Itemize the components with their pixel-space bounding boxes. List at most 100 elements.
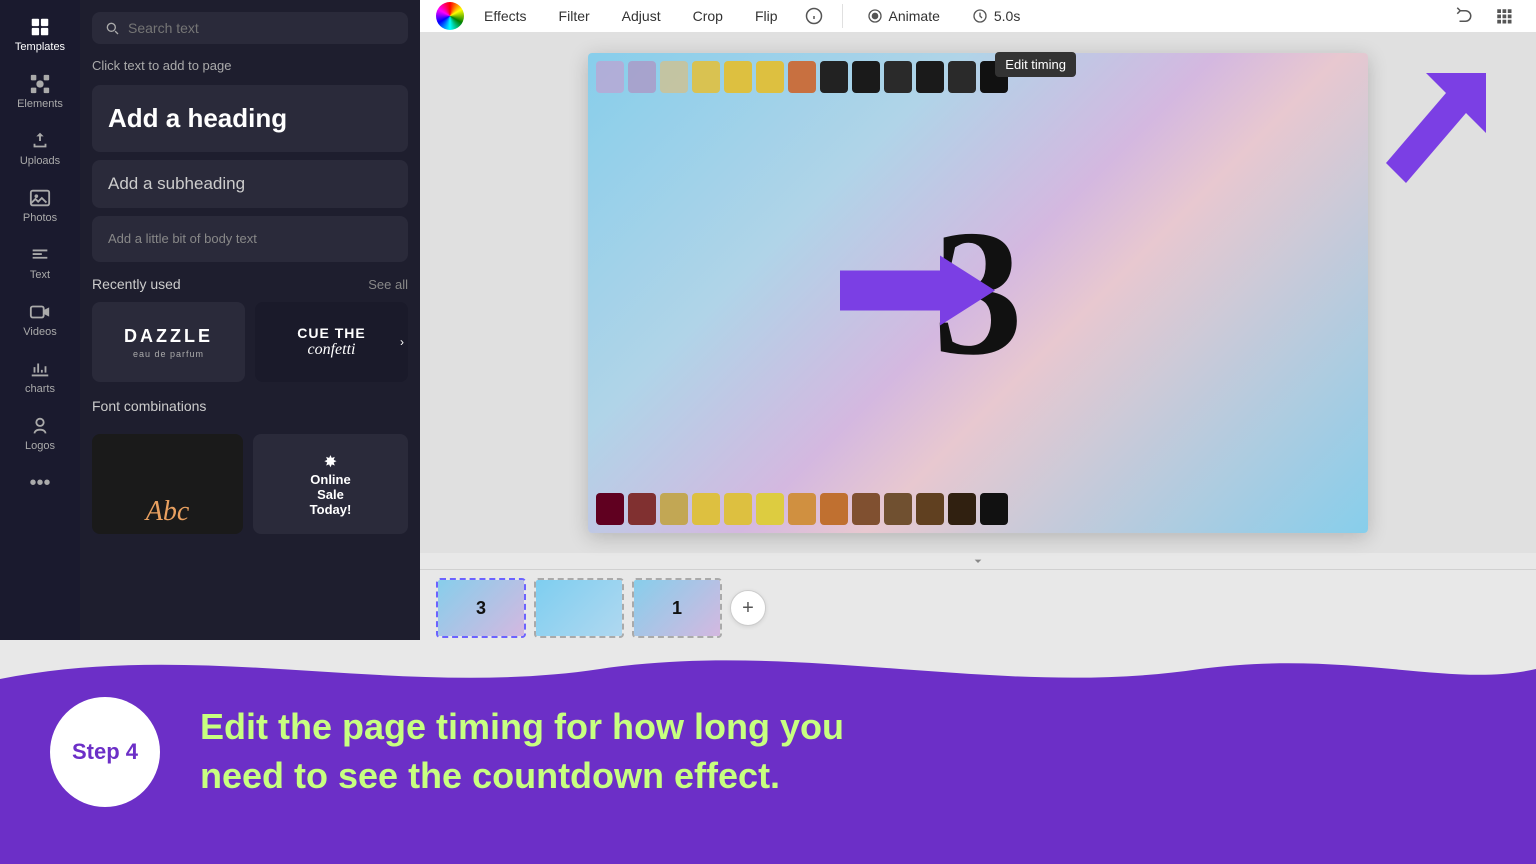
timing-value: 5.0s	[994, 8, 1020, 24]
more-dots-icon: •••	[29, 472, 50, 495]
sidebar-item-photos[interactable]: Photos	[5, 179, 75, 232]
thumbnail-3[interactable]: 1	[632, 578, 722, 638]
film-hole	[724, 61, 752, 93]
film-hole	[596, 61, 624, 93]
sidebar-item-uploads[interactable]: Uploads	[5, 122, 75, 175]
search-input[interactable]	[128, 20, 396, 36]
film-hole-b	[788, 493, 816, 525]
film-hole	[948, 61, 976, 93]
sidebar-item-logos[interactable]: Logos	[5, 407, 75, 460]
info-button[interactable]	[798, 0, 830, 32]
film-hole	[820, 61, 848, 93]
thumbnail-2[interactable]	[534, 578, 624, 638]
film-hole	[788, 61, 816, 93]
toolbar-divider	[842, 4, 843, 28]
step-circle: Step 4	[50, 697, 160, 807]
recently-used-title: Recently used	[92, 276, 181, 292]
thumbnail-bg-3: 1	[634, 580, 720, 636]
thumbnail-num-3: 1	[672, 598, 682, 619]
animate-button[interactable]: Animate	[855, 2, 952, 30]
instruction-line-1: Edit the page timing for how long you	[200, 703, 844, 752]
collapse-handle[interactable]	[420, 553, 1536, 569]
flip-button[interactable]: Flip	[743, 2, 790, 30]
sidebar-item-label-logos: Logos	[25, 440, 55, 452]
dazzle-text: DAZZLE	[124, 326, 213, 347]
thumbnail-1[interactable]: 3	[436, 578, 526, 638]
thumbnail-bg-2	[536, 580, 622, 636]
arrow-top-right-annotation	[1346, 73, 1486, 198]
edit-timing-tooltip: Edit timing	[995, 52, 1076, 77]
sidebar-item-label-text: Text	[30, 269, 50, 281]
confetti-main-text: CUE THE	[297, 325, 365, 341]
sidebar-item-more[interactable]: •••	[5, 464, 75, 503]
sidebar-item-label-templates: Templates	[15, 41, 65, 53]
timing-button[interactable]: 5.0s	[960, 2, 1032, 30]
dazzle-sub: eau de parfum	[133, 349, 204, 359]
toolbar: Effects Filter Adjust Crop Flip Animate …	[420, 0, 1536, 33]
film-hole-b	[628, 493, 656, 525]
see-all-button[interactable]: See all	[368, 277, 408, 292]
film-hole	[852, 61, 880, 93]
sidebar-item-label-videos: Videos	[23, 326, 56, 338]
film-hole-b	[724, 493, 752, 525]
film-hole	[916, 61, 944, 93]
film-hole	[660, 61, 688, 93]
film-hole	[628, 61, 656, 93]
sidebar-item-text[interactable]: Text	[5, 236, 75, 289]
wave-decoration	[0, 640, 1536, 699]
search-icon	[104, 20, 120, 36]
canvas-area: 3	[420, 33, 1536, 553]
filter-button[interactable]: Filter	[547, 2, 602, 30]
search-bar[interactable]	[92, 12, 408, 44]
bottom-instruction: Edit the page timing for how long you ne…	[200, 703, 844, 800]
sidebar-item-templates[interactable]: Templates	[5, 8, 75, 61]
film-hole-b	[596, 493, 624, 525]
film-strip-top	[588, 53, 1368, 101]
film-hole-b	[756, 493, 784, 525]
animate-label: Animate	[889, 8, 940, 24]
thumbnails-bar: 3 1 +	[420, 569, 1536, 646]
add-body-option[interactable]: Add a little bit of body text	[92, 216, 408, 262]
undo-button[interactable]	[1448, 0, 1480, 32]
crop-button[interactable]: Crop	[681, 2, 735, 30]
text-panel: Click text to add to page Add a heading …	[80, 0, 420, 640]
add-heading-option[interactable]: Add a heading	[92, 85, 408, 152]
adjust-button[interactable]: Adjust	[610, 2, 673, 30]
step-label: Step 4	[72, 739, 138, 765]
film-hole-b	[820, 493, 848, 525]
sidebar-item-label-uploads: Uploads	[20, 155, 60, 167]
film-hole-b	[692, 493, 720, 525]
instruction-line-2: need to see the countdown effect.	[200, 752, 844, 801]
effects-button[interactable]: Effects	[472, 2, 539, 30]
film-hole-b	[852, 493, 880, 525]
add-page-button[interactable]: +	[730, 590, 766, 626]
font-combo-online-sale[interactable]: ✸ Online Sale Today!	[253, 434, 408, 534]
add-subheading-option[interactable]: Add a subheading	[92, 160, 408, 208]
font-combinations-header: Font combinations	[92, 398, 408, 424]
film-hole-b	[660, 493, 688, 525]
script-text: Abc	[146, 498, 190, 526]
sidebar-item-label-photos: Photos	[23, 212, 57, 224]
sidebar-item-charts[interactable]: charts	[5, 350, 75, 403]
arrow-right-annotation	[840, 251, 1000, 336]
thumbnail-bg-1: 3	[438, 580, 524, 636]
recently-used-items: DAZZLE eau de parfum CUE THE confetti ›	[92, 302, 408, 382]
recently-used-header: Recently used See all	[92, 276, 408, 292]
sidebar-item-videos[interactable]: Videos	[5, 293, 75, 346]
toolbar-right	[1448, 0, 1520, 32]
online-sale-content: ✸ Online Sale Today!	[310, 452, 352, 517]
click-hint: Click text to add to page	[92, 58, 408, 73]
recent-item-dazzle[interactable]: DAZZLE eau de parfum	[92, 302, 245, 382]
sidebar: Templates Elements Uploads Photos Text V…	[0, 0, 80, 640]
sidebar-item-label-elements: Elements	[17, 98, 63, 110]
font-combo-items: Abc ✸ Online Sale Today!	[92, 434, 408, 534]
font-combo-script[interactable]: Abc	[92, 434, 243, 534]
film-hole-b	[980, 493, 1008, 525]
grid-button[interactable]	[1488, 0, 1520, 32]
recent-item-confetti[interactable]: CUE THE confetti ›	[255, 302, 408, 382]
film-hole	[692, 61, 720, 93]
film-hole-b	[948, 493, 976, 525]
color-orb[interactable]	[436, 2, 464, 30]
sidebar-item-elements[interactable]: Elements	[5, 65, 75, 118]
thumbnail-num-1: 3	[476, 598, 486, 619]
